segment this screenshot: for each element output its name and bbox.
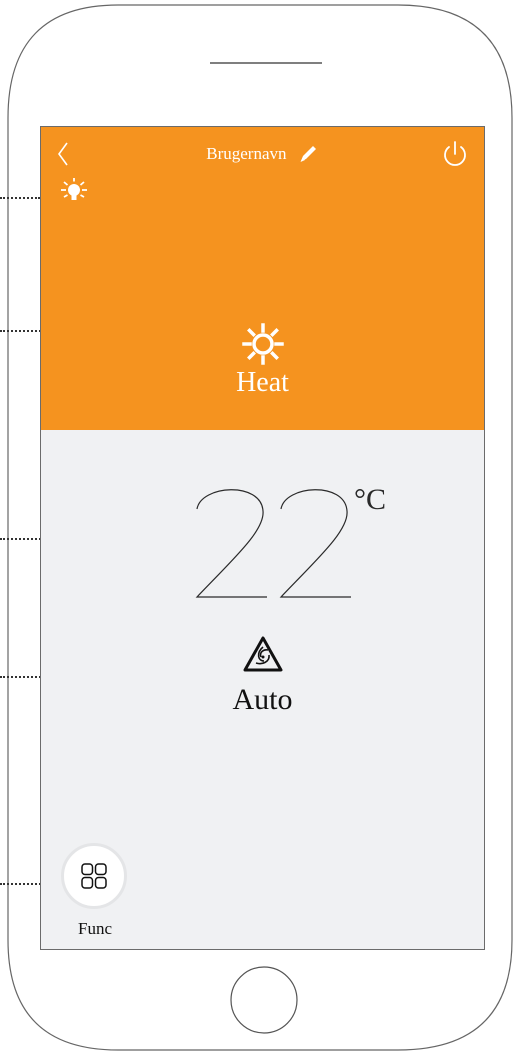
mode-label: Heat [236,367,289,398]
pencil-icon[interactable] [297,143,319,165]
func-button[interactable] [61,843,127,909]
mode-header: Brugernavn Heat [41,127,484,430]
title-bar: Brugernavn [41,143,484,165]
home-button [230,966,298,1034]
power-icon[interactable] [440,139,470,171]
fan-icon[interactable] [242,635,284,675]
fan-label: Auto [232,683,293,716]
temperature-value [195,489,351,598]
page-title: Brugernavn [206,144,287,164]
callout-line-light [0,197,40,199]
sun-icon [242,323,284,365]
grid-icon [81,863,107,889]
temperature-unit: °C [354,483,387,516]
func-label: Func [78,919,112,938]
app-screen: Brugernavn Heat °C Auto Func [40,126,485,950]
light-bulb-icon[interactable] [57,177,91,207]
